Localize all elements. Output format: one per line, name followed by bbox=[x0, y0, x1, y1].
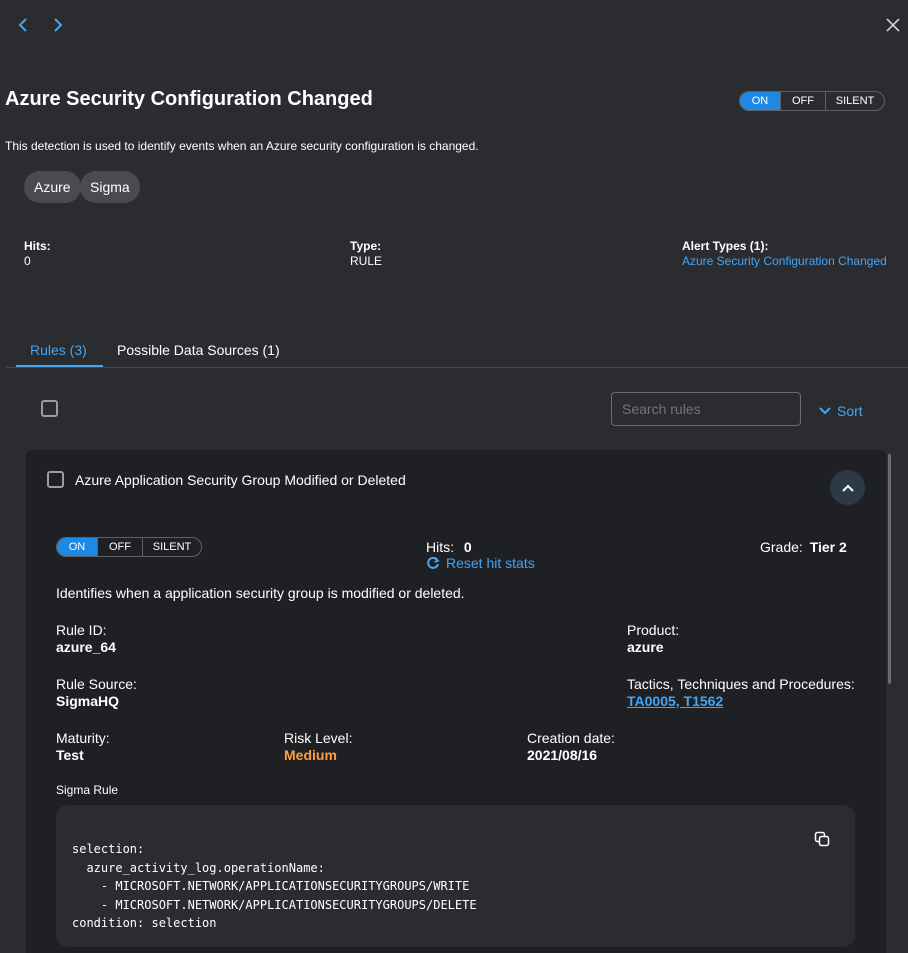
rule-hits-label: Hits: bbox=[426, 539, 454, 555]
rule-toggle-off[interactable]: OFF bbox=[97, 538, 142, 556]
creation-date-value: 2021/08/16 bbox=[527, 747, 598, 763]
copy-button[interactable] bbox=[812, 829, 832, 849]
select-all-checkbox[interactable] bbox=[41, 400, 58, 417]
collapse-rule-button[interactable] bbox=[830, 470, 865, 505]
back-button[interactable] bbox=[12, 14, 34, 36]
rule-hits-value: 0 bbox=[463, 539, 472, 555]
chevron-right-icon bbox=[54, 18, 63, 32]
product-value: azure bbox=[627, 639, 664, 655]
rule-grade: Grade: Tier 2 bbox=[760, 539, 847, 555]
hits-value: 0 bbox=[24, 254, 31, 268]
rule-select-checkbox[interactable] bbox=[47, 471, 64, 488]
rule-source-value: SigmaHQ bbox=[56, 693, 120, 709]
type-value: RULE bbox=[350, 254, 383, 268]
hits-label: Hits: bbox=[24, 239, 51, 253]
close-button[interactable] bbox=[882, 14, 904, 36]
product-label: Product: bbox=[627, 622, 680, 638]
maturity-value: Test bbox=[56, 747, 84, 763]
rule-title: Azure Application Security Group Modifie… bbox=[75, 472, 406, 488]
copy-icon bbox=[814, 831, 830, 847]
rule-source-label: Rule Source: bbox=[56, 676, 137, 692]
sort-label: Sort bbox=[837, 403, 863, 419]
alert-type-link[interactable]: Azure Security Configuration Changed bbox=[682, 254, 887, 268]
chevron-down-icon bbox=[819, 407, 831, 415]
rule-id-label: Rule ID: bbox=[56, 622, 107, 638]
close-icon bbox=[886, 18, 900, 32]
scrollbar-thumb[interactable] bbox=[888, 454, 891, 684]
risk-level-label: Risk Level: bbox=[284, 730, 353, 746]
rule-toggle-on[interactable]: ON bbox=[57, 538, 97, 556]
alert-types-label: Alert Types (1): bbox=[682, 239, 769, 253]
page-title: Azure Security Configuration Changed bbox=[5, 88, 373, 110]
toggle-on[interactable]: ON bbox=[740, 92, 780, 110]
rule-status-toggle: ON OFF SILENT bbox=[56, 537, 202, 557]
sort-button[interactable]: Sort bbox=[818, 403, 863, 419]
risk-level-value: Medium bbox=[284, 747, 337, 763]
tab-possible-data-sources[interactable]: Possible Data Sources (1) bbox=[117, 342, 280, 358]
rule-id-value: azure_64 bbox=[56, 639, 116, 655]
sigma-rule-label: Sigma Rule bbox=[56, 783, 119, 797]
rule-grade-label: Grade: bbox=[760, 539, 803, 555]
tag-chip-azure: Azure bbox=[24, 171, 81, 203]
toggle-off[interactable]: OFF bbox=[780, 92, 825, 110]
ttp-link[interactable]: TA0005, T1562 bbox=[627, 693, 723, 709]
search-rules-input[interactable] bbox=[611, 392, 801, 426]
rule-hits: Hits: 0 bbox=[426, 539, 472, 555]
refresh-icon bbox=[427, 556, 440, 569]
creation-date-label: Creation date: bbox=[527, 730, 615, 746]
sigma-code-block: selection: azure_activity_log.operationN… bbox=[56, 805, 855, 947]
chevron-left-icon bbox=[18, 18, 27, 32]
tag-chip-sigma: Sigma bbox=[80, 171, 140, 203]
tab-bar-divider bbox=[6, 367, 908, 368]
reset-hit-stats-button[interactable]: Reset hit stats bbox=[426, 555, 535, 571]
sigma-code: selection: azure_activity_log.operationN… bbox=[72, 842, 477, 930]
rule-description: Identifies when a application security g… bbox=[56, 585, 465, 601]
detection-status-toggle: ON OFF SILENT bbox=[739, 91, 885, 111]
tab-rules-indicator bbox=[16, 365, 103, 367]
type-label: Type: bbox=[350, 239, 382, 253]
toggle-silent[interactable]: SILENT bbox=[825, 92, 884, 110]
tab-rules[interactable]: Rules (3) bbox=[30, 342, 87, 358]
chevron-up-icon bbox=[841, 484, 854, 492]
reset-hit-stats-label: Reset hit stats bbox=[446, 555, 535, 571]
rule-grade-value: Tier 2 bbox=[809, 539, 847, 555]
rule-toggle-silent[interactable]: SILENT bbox=[142, 538, 201, 556]
maturity-label: Maturity: bbox=[56, 730, 110, 746]
forward-button[interactable] bbox=[47, 14, 69, 36]
ttp-label: Tactics, Techniques and Procedures: bbox=[627, 676, 855, 692]
detection-description: This detection is used to identify event… bbox=[5, 139, 479, 153]
